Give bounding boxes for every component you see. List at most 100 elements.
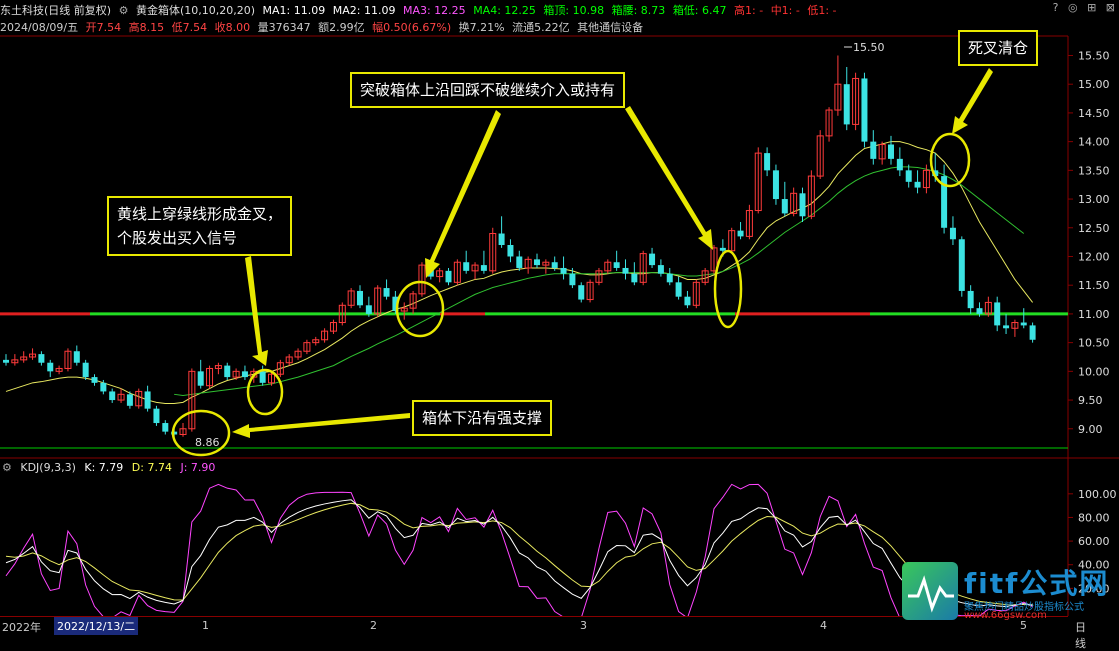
candle-body-down <box>3 359 9 363</box>
candle-body-down <box>357 290 363 306</box>
golden-cross-text-2: 个股发出买入信号 <box>117 229 238 247</box>
candle-body-down <box>73 351 80 363</box>
candle-body-down <box>259 371 266 383</box>
cursor-date: 2022/12/13/二 <box>54 617 139 635</box>
price-tick-label: 13.00 <box>1078 193 1110 206</box>
candle-body-down <box>737 230 744 237</box>
arrow-breakout-right <box>625 106 713 250</box>
price-tick-label: 12.50 <box>1078 222 1110 235</box>
kdj-j-value: J: 7.90 <box>180 461 216 474</box>
kdj-tick-label: 100.00 <box>1078 488 1117 501</box>
kdj-tick-label: 80.00 <box>1078 511 1110 524</box>
candle-body-down <box>445 270 452 283</box>
candle-body-down <box>622 267 629 274</box>
candle-body-down <box>91 377 98 383</box>
candle-body-down <box>905 170 912 182</box>
kdj-d-value: D: 7.74 <box>131 461 172 474</box>
price-tick-label: 11.00 <box>1078 308 1110 321</box>
min-price-label: 8.86 <box>195 436 220 449</box>
logo-url: www.66gsw.com <box>964 610 1047 621</box>
price-tick-label: 10.50 <box>1078 337 1110 350</box>
kdj-k-value: K: 7.79 <box>84 461 124 474</box>
kdj-j-line <box>5 483 1033 619</box>
candle-body-down <box>365 305 372 314</box>
candle-body-down <box>843 84 850 125</box>
candle-body-down <box>153 408 160 424</box>
price-tick-label: 15.50 <box>1078 49 1110 62</box>
candle-body-down <box>949 227 956 240</box>
candle-body-down <box>1020 322 1027 326</box>
kdj-lines <box>5 483 1033 619</box>
price-tick-label: 14.00 <box>1078 136 1110 149</box>
candle-body-down <box>480 265 487 271</box>
candle-body-down <box>631 273 638 283</box>
golden-cross-text-1: 黄线上穿绿线形成金叉， <box>117 205 283 223</box>
candle-body-down <box>994 302 1001 326</box>
candle-body-down <box>896 158 903 171</box>
candle-body-down <box>976 308 983 314</box>
candle-body-down <box>649 253 656 266</box>
arrow-support <box>232 413 410 438</box>
candle-body-down <box>666 273 673 283</box>
pullback-circle <box>713 249 743 329</box>
logo-title: fitf公式网 <box>964 567 1110 600</box>
candle-body-down <box>578 285 585 300</box>
candle-body-down <box>958 239 965 291</box>
price-tick-label: 12.00 <box>1078 250 1110 263</box>
candle-body-down <box>551 262 558 268</box>
price-tick-label: 9.00 <box>1078 423 1103 436</box>
candle-body-down <box>861 78 868 142</box>
kdj-title[interactable]: KDJ(9,3,3) <box>20 461 76 474</box>
candle-body-down <box>772 170 779 200</box>
candle-body-down <box>914 181 921 188</box>
candle-body-down <box>463 262 470 271</box>
candle-body-down <box>534 259 540 266</box>
price-axis: 15.50 15.00 14.50 14.00 13.50 13.00 12.50 12.00… <box>1068 49 1110 436</box>
price-tick-label: 11.50 <box>1078 279 1110 292</box>
death-cross-callout: 死叉清仓 <box>958 30 1039 66</box>
candle-body-down <box>126 394 133 406</box>
year-label: 2022年 <box>2 621 41 634</box>
candle-body-down <box>197 371 204 386</box>
arrow-golden-cross <box>245 256 268 366</box>
candle-body-down <box>498 233 505 245</box>
candle-body-down <box>781 199 788 214</box>
month-1: 1 <box>202 619 209 632</box>
candle-body-down <box>82 362 89 378</box>
candle-body-down <box>1029 325 1036 340</box>
candle-body-down <box>870 141 877 159</box>
candle-body-down <box>38 354 45 363</box>
candle-body-down <box>47 362 54 372</box>
candle-body-down <box>888 144 894 159</box>
arrow-death-cross <box>952 68 993 134</box>
yellow-ma-line <box>5 141 1033 405</box>
candle-body-down <box>383 288 390 297</box>
watermark-logo: fitf公式网 聚焦热门精品炒股指标公式 www.66gsw.com <box>900 562 1119 626</box>
month-3: 3 <box>580 619 587 632</box>
price-tick-label: 14.50 <box>1078 107 1110 120</box>
candle-body-down <box>657 265 664 274</box>
candle-body-down <box>967 290 974 309</box>
candle-body-down <box>764 153 771 171</box>
logo-chart-icon <box>902 562 958 620</box>
candle-body-down <box>144 391 151 409</box>
candle-body-down <box>719 247 726 251</box>
kdj-header: ⚙ KDJ(9,3,3) K: 7.79 D: 7.74 J: 7.90 <box>2 461 220 474</box>
price-tick-label: 15.00 <box>1078 78 1110 91</box>
price-tick-label: 10.00 <box>1078 365 1110 378</box>
kdj-k-line <box>5 499 1033 608</box>
candle-body-down <box>241 371 248 378</box>
kdj-tick-label: 60.00 <box>1078 535 1110 548</box>
max-price-label: 15.50 <box>853 41 885 54</box>
kdj-settings-gear-icon[interactable]: ⚙ <box>2 461 12 474</box>
golden-cross-callout: 黄线上穿绿线形成金叉， 个股发出买入信号 <box>107 196 293 256</box>
callout-arrows <box>232 68 993 438</box>
support-callout: 箱体下沿有强支撑 <box>412 400 553 436</box>
price-tick-label: 9.50 <box>1078 394 1103 407</box>
candle-body-down <box>516 256 523 268</box>
candle-body-down <box>100 382 107 392</box>
candle-body-down <box>109 391 116 401</box>
candle-body-down <box>162 423 169 432</box>
candle-body-down <box>224 365 231 378</box>
candle-body-down <box>613 262 620 268</box>
